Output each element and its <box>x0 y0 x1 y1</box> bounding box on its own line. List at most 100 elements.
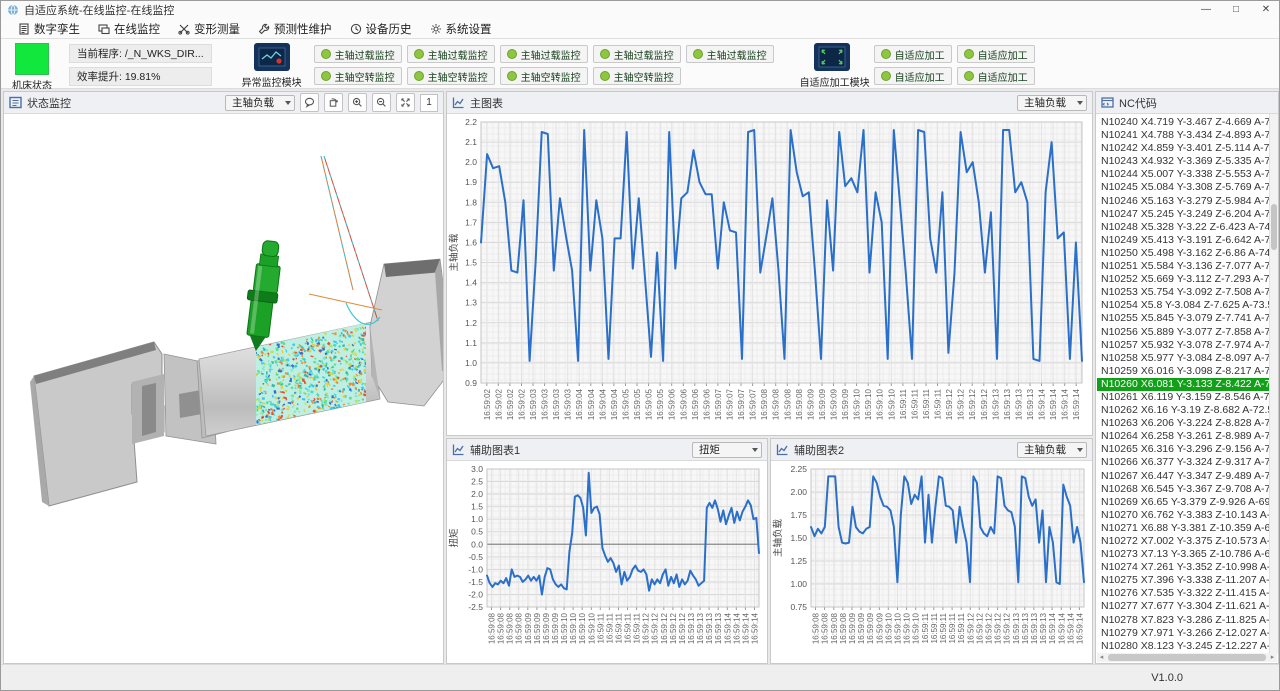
nc-line[interactable]: N10253 X5.754 Y-3.092 Z-7.508 A-73.677 <box>1097 286 1269 299</box>
zoom-in-icon[interactable] <box>348 93 367 112</box>
adaptive-machining-button[interactable]: 自适应加工 <box>874 45 952 63</box>
nc-line[interactable]: N10264 X6.258 Y-3.261 Z-8.989 A-72.072 <box>1097 430 1269 443</box>
nc-line[interactable]: N10270 X6.762 Y-3.383 Z-10.143 A-69.34 <box>1097 509 1269 522</box>
scrollbar-thumb[interactable] <box>1108 654 1266 661</box>
adaptive-machining-button[interactable]: 自适应加工 <box>957 45 1035 63</box>
spindle-monitor-button[interactable]: 主轴过载监控 <box>500 45 588 63</box>
nc-line[interactable]: N10273 X7.13 Y-3.365 Z-10.786 A-67.372 <box>1097 548 1269 561</box>
nc-line[interactable]: N10262 X6.16 Y-3.19 Z-8.682 A-72.534 C <box>1097 404 1269 417</box>
nc-line[interactable]: N10240 X4.719 Y-3.467 Z-4.669 A-76.396 <box>1097 116 1269 129</box>
aux-chart1-selector[interactable]: 扭矩 <box>692 442 762 458</box>
nc-line[interactable]: N10251 X5.584 Y-3.136 Z-7.077 A-74.012 <box>1097 260 1269 273</box>
nc-line[interactable]: N10267 X6.447 Y-3.347 Z-9.489 A-71.055 <box>1097 470 1269 483</box>
spindle-monitor-button[interactable]: 主轴空转监控 <box>407 67 495 85</box>
nc-line[interactable]: N10263 X6.206 Y-3.224 Z-8.828 A-72.33 C <box>1097 417 1269 430</box>
svg-text:16:59:09: 16:59:09 <box>551 612 560 644</box>
nc-line[interactable]: N10277 X7.677 Y-3.304 Z-11.621 A-64.48 <box>1097 600 1269 613</box>
maximize-button[interactable]: □ <box>1221 1 1251 19</box>
nc-line[interactable]: N10245 X5.084 Y-3.308 Z-5.769 A-75.088 <box>1097 181 1269 194</box>
menu-item-digital-twin[interactable]: 数字孪生 <box>9 19 89 39</box>
spindle-monitor-button[interactable]: 主轴过载监控 <box>593 45 681 63</box>
nc-line[interactable]: N10276 X7.535 Y-3.322 Z-11.415 A-65.22 <box>1097 587 1269 600</box>
svg-text:16:59:12: 16:59:12 <box>678 612 687 644</box>
spindle-monitor-button[interactable]: 主轴过载监控 <box>314 45 402 63</box>
nc-line[interactable]: N10280 X8.123 Y-3.245 Z-12.227 A-62.23 <box>1097 640 1269 653</box>
nc-line[interactable]: N10256 X5.889 Y-3.077 Z-7.858 A-73.348 <box>1097 326 1269 339</box>
nc-horizontal-scrollbar[interactable]: ◂ ▸ <box>1097 653 1277 662</box>
svg-text:16:59:12: 16:59:12 <box>980 388 989 420</box>
nc-line[interactable]: N10244 X5.007 Y-3.338 Z-5.553 A-75.297 <box>1097 168 1269 181</box>
aux-chart2-selector[interactable]: 主轴负载 <box>1017 442 1087 458</box>
nc-line[interactable]: N10248 X5.328 Y-3.22 Z-6.423 A-74.52 C <box>1097 221 1269 234</box>
nc-line[interactable]: N10265 X6.316 Y-3.296 Z-9.156 A-71.771 <box>1097 443 1269 456</box>
svg-text:16:59:03: 16:59:03 <box>529 388 538 420</box>
spindle-monitor-button[interactable]: 主轴空转监控 <box>500 67 588 85</box>
nc-line[interactable]: N10271 X6.88 Y-3.381 Z-10.359 A-68.711 <box>1097 522 1269 535</box>
nc-line[interactable]: N10266 X6.377 Y-3.324 Z-9.317 A-71.443 <box>1097 456 1269 469</box>
menu-item-device-history[interactable]: 设备历史 <box>341 19 421 39</box>
svg-text:16:59:13: 16:59:13 <box>1012 612 1021 644</box>
svg-text:1.1: 1.1 <box>465 338 477 348</box>
nc-line[interactable]: N10259 X6.016 Y-3.098 Z-8.217 A-73.036 <box>1097 365 1269 378</box>
svg-text:16:59:10: 16:59:10 <box>876 388 885 420</box>
nc-line[interactable]: N10268 X6.545 Y-3.367 Z-9.708 A-70.519 <box>1097 483 1269 496</box>
spindle-monitor-button[interactable]: 主轴过载监控 <box>407 45 495 63</box>
scroll-left-icon[interactable]: ◂ <box>1097 653 1106 662</box>
fit-view-icon[interactable] <box>396 93 415 112</box>
nc-line[interactable]: N10252 X5.669 Y-3.112 Z-7.293 A-73.844 <box>1097 273 1269 286</box>
nc-line[interactable]: N10254 X5.8 Y-3.084 Z-7.625 A-73.571 C <box>1097 299 1269 312</box>
adaptive-machining-button[interactable]: 自适应加工 <box>874 67 952 85</box>
status-dot-icon <box>414 71 424 81</box>
svg-text:16:59:07: 16:59:07 <box>737 388 746 420</box>
3d-viewport[interactable] <box>4 114 443 663</box>
aux-chart1[interactable]: -2.5-2.0-1.5-1.0-0.50.00.51.01.52.02.53.… <box>447 461 767 663</box>
svg-text:1.5: 1.5 <box>465 258 477 268</box>
menu-item-system-settings[interactable]: 系统设置 <box>421 19 501 39</box>
nc-line[interactable]: N10269 X6.65 Y-3.379 Z-9.926 A-69.947 C <box>1097 496 1269 509</box>
nc-vertical-scrollbar[interactable] <box>1269 114 1278 654</box>
menu-item-predictive-maintenance[interactable]: 预测性维护 <box>249 19 341 39</box>
spindle-monitor-button[interactable]: 主轴空转监控 <box>314 67 402 85</box>
nc-line[interactable]: N10241 X4.788 Y-3.434 Z-4.893 A-76.062 <box>1097 129 1269 142</box>
main-chart[interactable]: 0.91.01.11.21.31.41.51.61.71.81.92.02.12… <box>447 114 1092 435</box>
scrollbar-thumb[interactable] <box>1271 204 1277 250</box>
svg-text:16:59:05: 16:59:05 <box>645 388 654 420</box>
nc-line[interactable]: N10272 X7.002 Y-3.375 Z-10.573 A-68.05 <box>1097 535 1269 548</box>
aux-chart2[interactable]: 0.751.001.251.501.752.002.2516:59:0816:5… <box>771 461 1092 663</box>
status-dot-icon <box>881 49 891 59</box>
nc-line[interactable]: N10243 X4.932 Y-3.369 Z-5.335 A-75.523 <box>1097 155 1269 168</box>
spindle-monitor-button[interactable]: 主轴空转监控 <box>593 67 681 85</box>
main-chart-selector[interactable]: 主轴负载 <box>1017 95 1087 111</box>
nc-line[interactable]: N10246 X5.163 Y-3.279 Z-5.984 A-74.892 <box>1097 195 1269 208</box>
nc-line[interactable]: N10274 X7.261 Y-3.352 Z-10.998 A-66.67 <box>1097 561 1269 574</box>
nc-line[interactable]: N10261 X6.119 Y-3.159 Z-8.546 A-72.701 <box>1097 391 1269 404</box>
button-label: 主轴空转监控 <box>521 69 581 84</box>
scroll-right-icon[interactable]: ▸ <box>1268 653 1277 662</box>
rotate-view-icon[interactable] <box>324 93 343 112</box>
nc-line[interactable]: N10242 X4.859 Y-3.401 Z-5.114 A-75.775 <box>1097 142 1269 155</box>
nc-line[interactable]: N10255 X5.845 Y-3.079 Z-7.741 A-73.458 <box>1097 312 1269 325</box>
adaptive-machining-button[interactable]: 自适应加工 <box>957 67 1035 85</box>
annotate-icon[interactable] <box>300 93 319 112</box>
nc-line[interactable]: N10249 X5.413 Y-3.191 Z-6.642 A-74.346 <box>1097 234 1269 247</box>
minimize-button[interactable]: — <box>1191 1 1221 19</box>
nc-code-list[interactable]: N10240 X4.719 Y-3.467 Z-4.669 A-76.396N1… <box>1097 116 1269 654</box>
nc-line[interactable]: N10250 X5.498 Y-3.162 Z-6.86 A-74.178 C <box>1097 247 1269 260</box>
spindle-monitor-button[interactable]: 主轴过载监控 <box>686 45 774 63</box>
nc-line[interactable]: N10275 X7.396 Y-3.338 Z-11.207 A-65.95 <box>1097 574 1269 587</box>
nc-line[interactable]: N10257 X5.932 Y-3.078 Z-7.974 A-73.243 <box>1097 339 1269 352</box>
zoom-level-value[interactable]: 1 <box>420 94 438 112</box>
nc-line[interactable]: N10278 X7.823 Y-3.286 Z-11.825 A-63.73 <box>1097 614 1269 627</box>
abnormal-monitor-module-icon[interactable] <box>254 43 290 71</box>
nc-line[interactable]: N10258 X5.977 Y-3.084 Z-8.097 A-73.138 <box>1097 352 1269 365</box>
menu-item-online-monitor[interactable]: 在线监控 <box>89 19 169 39</box>
svg-text:16:59:08: 16:59:08 <box>488 612 497 644</box>
adaptive-machining-module-icon[interactable] <box>814 43 850 71</box>
nc-line[interactable]: N10247 X5.245 Y-3.249 Z-6.204 A-74.701 <box>1097 208 1269 221</box>
menu-item-deform-measure[interactable]: 变形测量 <box>169 19 249 39</box>
close-button[interactable]: ✕ <box>1251 1 1280 19</box>
zoom-out-icon[interactable] <box>372 93 391 112</box>
status-monitor-selector[interactable]: 主轴负载 <box>225 95 295 111</box>
nc-line-current[interactable]: N10260 X6.081 Y-3.133 Z-8.422 A-72.835 <box>1097 378 1269 391</box>
nc-line[interactable]: N10279 X7.971 Y-3.266 Z-12.027 A-62.98 <box>1097 627 1269 640</box>
